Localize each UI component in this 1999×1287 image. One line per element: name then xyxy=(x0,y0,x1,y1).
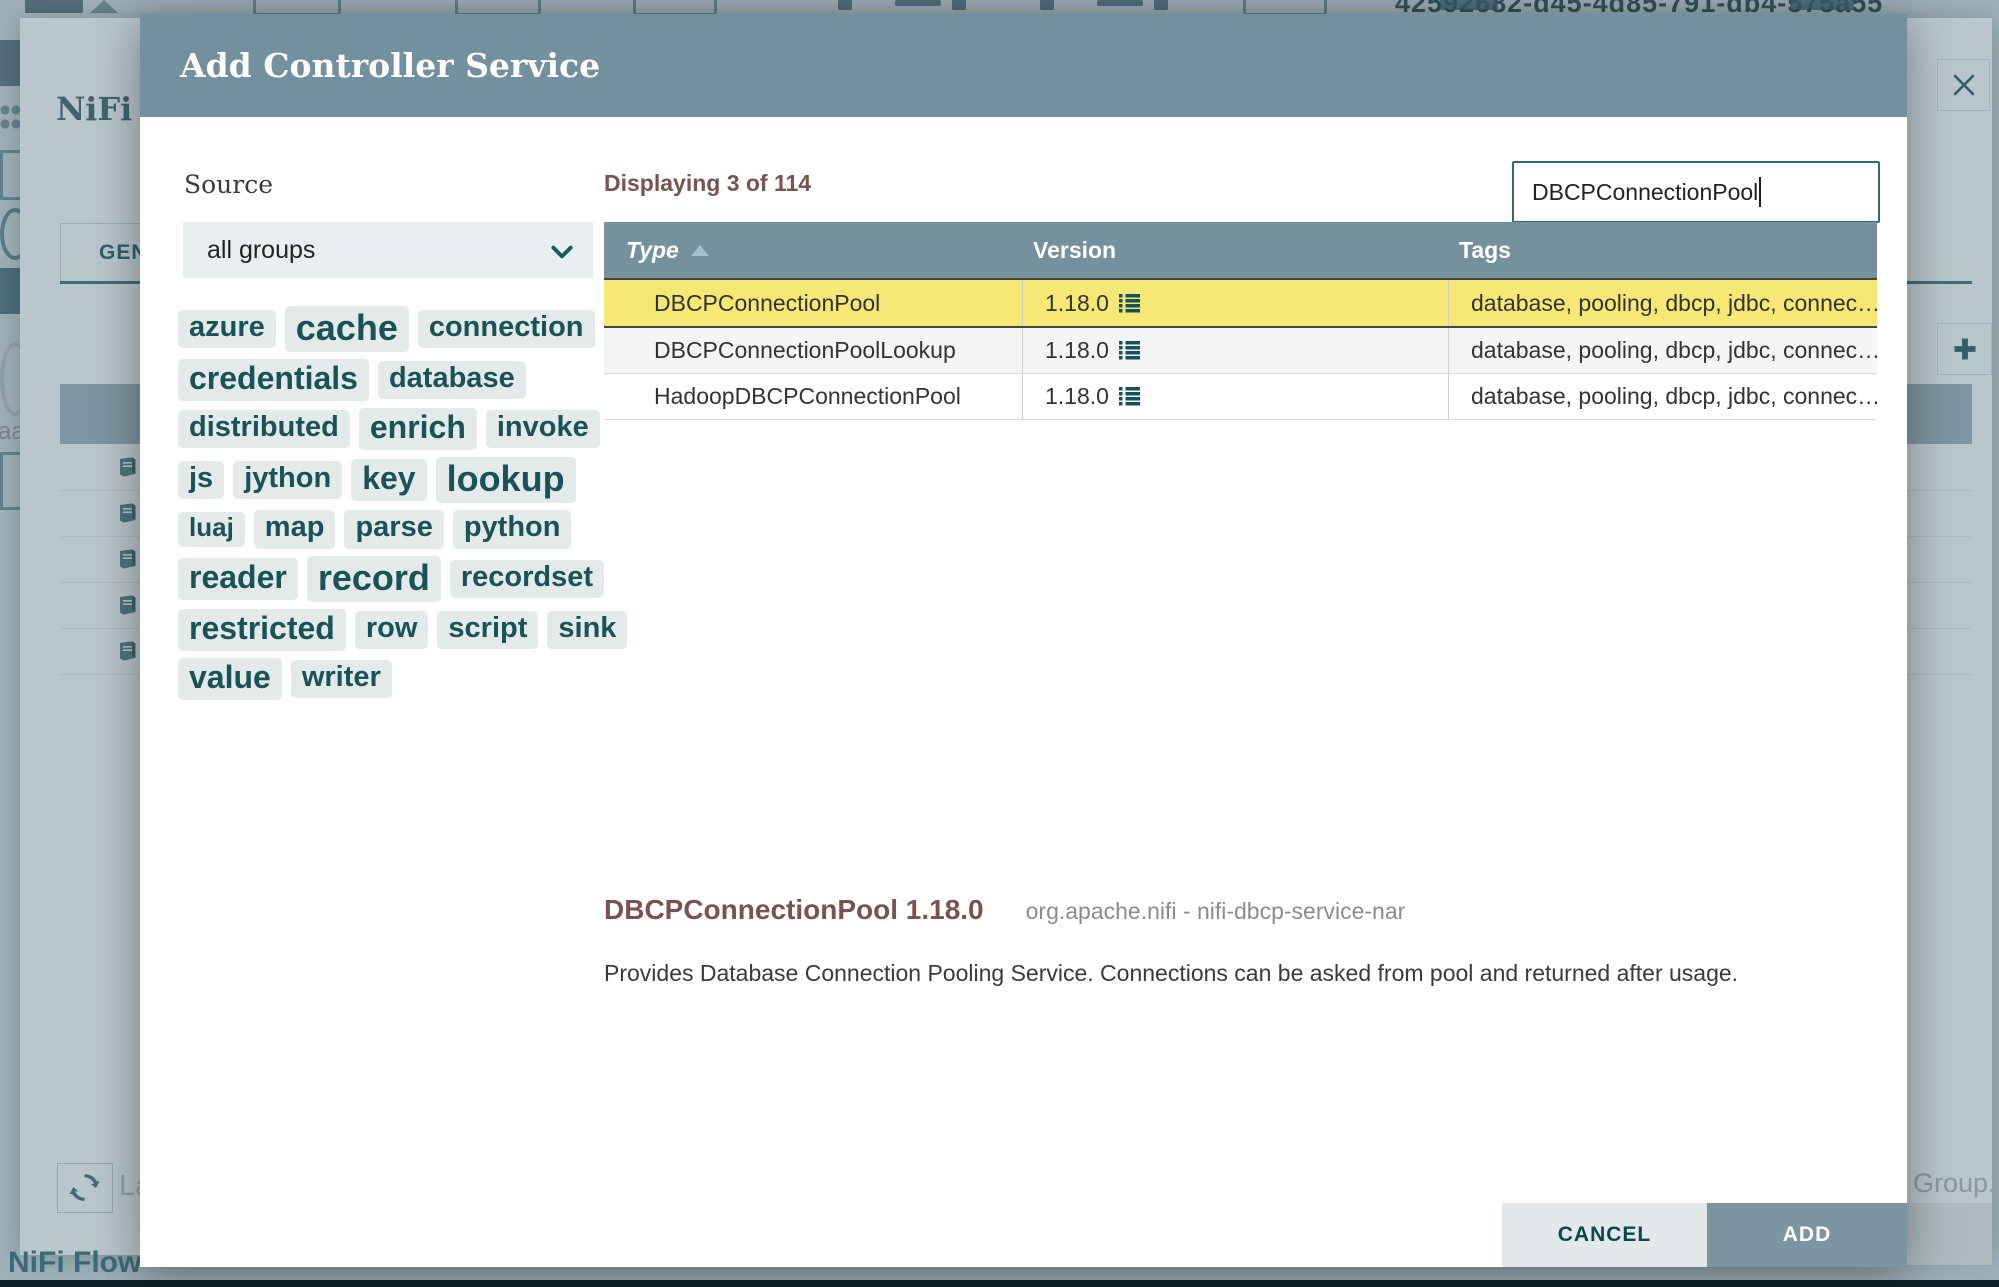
tag-pill-lookup[interactable]: lookup xyxy=(435,456,576,504)
tag-pill-key[interactable]: key xyxy=(351,459,427,502)
versions-list-icon xyxy=(1118,341,1140,360)
dialog-header: Add Controller Service xyxy=(140,14,1907,117)
tag-pill-parse[interactable]: parse xyxy=(344,510,444,549)
add-controller-service-dialog: Add Controller Service Source all groups… xyxy=(140,14,1907,1267)
tag-pill-restricted[interactable]: restricted xyxy=(178,609,346,651)
background-button-fragment xyxy=(1907,1203,1992,1265)
background-close-button xyxy=(1937,59,1990,111)
refresh-icon xyxy=(69,1174,100,1201)
background-refresh-button xyxy=(57,1163,113,1213)
service-type: DBCPConnectionPoolLookup xyxy=(654,337,956,363)
tag-pill-script[interactable]: script xyxy=(437,610,539,650)
selected-service-summary: DBCPConnectionPool 1.18.0 org.apache.nif… xyxy=(604,894,1405,926)
tag-pill-map[interactable]: map xyxy=(253,510,336,549)
controller-service-table: Type Version Tags DBCPConnectionPool 1.18… xyxy=(604,222,1877,420)
service-tags: database, pooling, dbcp, jdbc, connec… xyxy=(1448,280,1877,326)
add-button[interactable]: ADD xyxy=(1707,1203,1907,1267)
selected-service-description: Provides Database Connection Pooling Ser… xyxy=(604,960,1739,986)
nifi-logo-fragment xyxy=(25,0,83,13)
tag-pill-record[interactable]: record xyxy=(306,555,441,603)
toolbar-icon-fragment xyxy=(1154,0,1168,10)
tag-pill-enrich[interactable]: enrich xyxy=(358,408,477,450)
nifi-logo-fragment xyxy=(90,0,118,13)
tag-pill-value[interactable]: value xyxy=(178,657,282,700)
tag-pill-jython[interactable]: jython xyxy=(233,461,343,500)
column-header-version[interactable]: Version xyxy=(1022,237,1448,264)
toolbar-icon-fragment xyxy=(1040,0,1054,10)
column-header-tags[interactable]: Tags xyxy=(1448,237,1877,264)
service-tags: database, pooling, dbcp, jdbc, connec… xyxy=(1448,374,1877,419)
nifi-screen: 42592682-d45-4d85-791-db4-575a55 aa NiFi… xyxy=(0,0,1999,1287)
service-version: 1.18.0 xyxy=(1022,280,1448,326)
background-group-text: Group. xyxy=(1913,1168,1996,1198)
service-version: 1.18.0 xyxy=(1022,328,1448,373)
table-row-HadoopDBCPConnectionPool[interactable]: HadoopDBCPConnectionPool 1.18.0 database, … xyxy=(604,374,1877,420)
tag-pill-invoke[interactable]: invoke xyxy=(485,409,600,449)
tag-pill-recordset[interactable]: recordset xyxy=(449,559,605,599)
sort-ascending-icon xyxy=(690,244,709,256)
source-group-dropdown[interactable]: all groups xyxy=(183,222,593,278)
service-type: DBCPConnectionPool xyxy=(654,289,881,316)
table-row-DBCPConnectionPoolLookup[interactable]: DBCPConnectionPoolLookup 1.18.0 database, … xyxy=(604,328,1877,374)
book-icon xyxy=(120,457,136,477)
breadcrumb-nifi-flow: NiFi Flow xyxy=(8,1246,142,1279)
selected-service-name: DBCPConnectionPool 1.18.0 xyxy=(604,894,984,925)
left-toolbar-icon-fragment xyxy=(0,104,20,138)
book-icon xyxy=(120,595,136,615)
tag-pill-distributed[interactable]: distributed xyxy=(178,409,350,449)
versions-list-icon xyxy=(1118,387,1140,406)
service-tags: database, pooling, dbcp, jdbc, connec… xyxy=(1448,328,1877,373)
toolbar-icon-fragment xyxy=(895,0,941,6)
chevron-down-icon xyxy=(551,245,573,259)
tag-pill-luaj[interactable]: luaj xyxy=(178,512,245,547)
column-header-type[interactable]: Type xyxy=(604,237,1022,264)
bottom-status-bar xyxy=(0,1280,1999,1287)
tag-pill-sink[interactable]: sink xyxy=(547,610,628,650)
table-header-row: Type Version Tags xyxy=(604,222,1877,278)
toolbar-icon-fragment xyxy=(838,0,852,10)
tag-pill-reader[interactable]: reader xyxy=(178,558,298,600)
tag-pill-database[interactable]: database xyxy=(377,361,526,400)
dropdown-selected-value: all groups xyxy=(207,235,316,264)
tag-pill-js[interactable]: js xyxy=(178,461,225,500)
service-type: HadoopDBCPConnectionPool xyxy=(654,383,961,409)
toolbar-icon-fragment xyxy=(952,0,966,10)
background-add-button xyxy=(1937,323,1992,375)
tag-cloud: azure cache connection credentials database d… xyxy=(178,306,640,700)
selected-service-bundle: org.apache.nifi - nifi-dbcp-service-nar xyxy=(1025,898,1406,924)
book-icon xyxy=(120,503,136,523)
versions-list-icon xyxy=(1118,293,1140,312)
book-icon xyxy=(120,641,136,661)
tag-pill-writer[interactable]: writer xyxy=(290,659,392,698)
tag-pill-credentials[interactable]: credentials xyxy=(178,359,369,402)
left-toolbar-icon-fragment xyxy=(0,268,22,314)
table-row-DBCPConnectionPool[interactable]: DBCPConnectionPool 1.18.0 database, poolin… xyxy=(604,278,1877,328)
cancel-button[interactable]: CANCEL xyxy=(1502,1203,1707,1267)
result-count: Displaying 3 of 114 xyxy=(604,170,812,196)
tag-pill-python[interactable]: python xyxy=(452,510,572,549)
filter-input[interactable]: DBCPConnectionPool xyxy=(1512,161,1880,223)
left-toolbar-icon-fragment xyxy=(0,40,22,86)
source-label: Source xyxy=(184,170,274,199)
book-icon xyxy=(120,549,136,569)
toolbar-icon-fragment xyxy=(1440,0,1498,10)
tag-pill-connection[interactable]: connection xyxy=(417,310,595,349)
tag-pill-azure[interactable]: azure xyxy=(178,310,276,349)
dialog-title: Add Controller Service xyxy=(180,46,601,85)
plus-icon xyxy=(1954,338,1975,360)
text-caret xyxy=(1759,177,1762,207)
close-icon xyxy=(1952,74,1975,96)
tag-pill-cache[interactable]: cache xyxy=(284,306,409,353)
filter-input-value: DBCPConnectionPool xyxy=(1532,178,1759,205)
toolbar-icon-fragment xyxy=(1790,0,1854,10)
service-version: 1.18.0 xyxy=(1022,374,1448,419)
tag-pill-row[interactable]: row xyxy=(354,610,429,650)
toolbar-icon-fragment xyxy=(1097,0,1143,6)
